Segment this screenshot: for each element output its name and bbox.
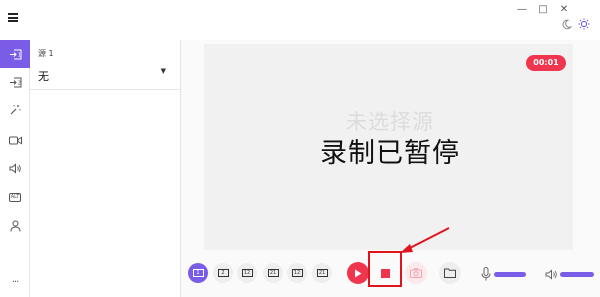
stop-record-button[interactable] [374,262,396,284]
hamburger-menu-icon[interactable] [8,13,18,22]
layout-pip-swap-icon: 21 [267,269,279,277]
light-mode-sun-icon[interactable] [578,18,590,30]
recording-paused-status: 录制已暂停 [320,138,460,169]
chevron-down-icon: ▼ [160,67,166,75]
close-button[interactable]: ✕ [557,4,571,15]
microphone-icon [481,267,491,281]
layout-second-icon: 2 [217,269,229,277]
microphone-button[interactable] [479,263,493,285]
sidebar-item-effects[interactable] [0,96,30,124]
source-select[interactable]: 无 ▼ [30,60,180,90]
sidebar-item-account[interactable] [0,212,30,240]
microphone-volume-track [494,271,526,277]
sidebar-item-source-2[interactable]: 2 [0,68,30,96]
app-window: — □ ✕ 1 2 ALT ··· 源 1 无 ▼ 00:01 未选择源 录制已… [0,0,600,297]
layout-pip-icon: 12 [241,269,253,277]
speaker-volume-track [560,271,594,277]
svg-text:2: 2 [17,80,20,86]
input-1-icon: 1 [9,49,21,59]
layout-button-pip-12[interactable]: 12 [237,263,257,283]
screenshot-button[interactable] [405,262,427,284]
layout-button-pip-21[interactable]: 21 [263,263,283,283]
sidebar-item-source-1[interactable]: 1 [0,40,30,68]
layout-button-split-21[interactable]: 21 [312,263,332,283]
layout-single-icon: 1 [192,269,204,277]
magic-wand-icon [10,105,21,115]
speaker-icon [9,162,21,174]
stop-icon [380,268,390,278]
source-panel: 源 1 无 ▼ [30,40,181,297]
source-selected-value: 无 [38,70,49,83]
person-icon [10,220,20,232]
layout-button-split-12[interactable]: 12 [287,263,307,283]
sidebar: 1 2 ALT ··· [0,40,30,297]
recording-timer-badge: 00:01 [526,55,566,71]
more-options-icon[interactable]: ··· [0,268,30,296]
layout-button-1[interactable]: 1 [188,263,208,283]
layout-split-icon: 12 [291,269,303,277]
input-2-icon: 2 [9,77,21,87]
speaker-button[interactable] [544,265,558,283]
source-label: 源 1 [38,49,54,58]
dark-mode-moon-icon[interactable] [561,19,572,30]
speaker-volume-slider[interactable] [560,270,594,278]
camera-snapshot-icon [410,268,422,278]
bottom-toolbar: 1 2 12 21 12 21 [181,253,600,297]
play-icon [355,269,362,277]
camera-icon [8,136,22,144]
maximize-button[interactable]: □ [536,4,550,15]
open-folder-button[interactable] [439,262,461,284]
volume-icon [545,268,557,280]
svg-text:1: 1 [18,52,21,58]
layout-split-swap-icon: 21 [316,269,328,277]
microphone-volume-slider[interactable] [494,270,526,278]
sidebar-item-alt[interactable]: ALT [0,183,30,211]
layout-button-2[interactable]: 2 [213,263,233,283]
alt-icon: ALT [8,192,22,202]
sidebar-item-camera[interactable] [0,126,30,154]
minimize-button[interactable]: — [515,4,529,15]
folder-icon [444,268,456,278]
sidebar-item-audio[interactable] [0,154,30,182]
resume-record-button[interactable] [347,262,369,284]
title-bar: — □ ✕ [0,0,600,34]
